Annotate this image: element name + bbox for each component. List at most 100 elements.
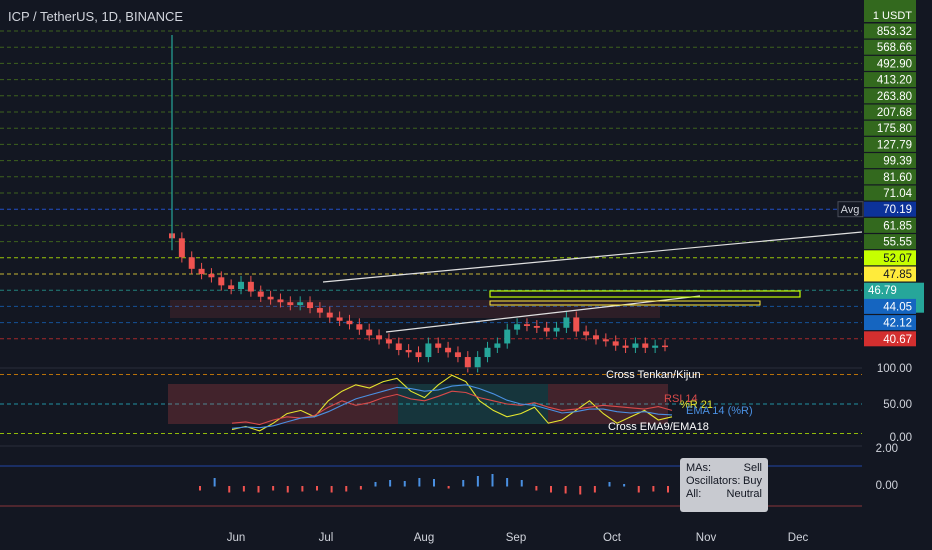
candle-body: [553, 327, 560, 332]
candle-body: [622, 345, 629, 348]
hist-bar: [447, 486, 450, 489]
candle-body: [652, 345, 659, 348]
hist-bar: [637, 486, 640, 493]
candle-body: [573, 317, 580, 332]
candle-body: [533, 325, 540, 328]
hist-bar: [345, 486, 348, 492]
hist-bar: [593, 486, 596, 493]
price-tag-label: 263.80: [877, 91, 912, 103]
candle-body: [514, 324, 521, 330]
candle-body: [592, 335, 599, 340]
hist-bar: [242, 486, 245, 492]
candle-body: [445, 347, 452, 353]
candle-body: [583, 331, 590, 336]
price-tag-label: 413.20: [877, 75, 912, 87]
candle-body: [287, 302, 294, 306]
candle-body: [376, 335, 383, 340]
time-axis-tick: Sep: [506, 532, 526, 544]
candle-body: [563, 317, 570, 328]
price-tag-label: 207.68: [877, 107, 912, 119]
candle-body: [484, 347, 491, 358]
candle-body: [415, 352, 422, 358]
candle-body: [642, 343, 649, 348]
candle-body: [405, 350, 412, 353]
candle-body: [504, 329, 511, 344]
candle-body: [385, 339, 392, 344]
candle-body: [228, 285, 235, 290]
candle-body: [366, 329, 373, 336]
time-axis-tick: Aug: [414, 532, 434, 544]
osc-axis-tick: 50.00: [883, 399, 912, 411]
rsi-zone-red-2: [548, 384, 668, 424]
time-axis-tick: Jul: [319, 532, 334, 544]
price-tag-label: 81.60: [883, 172, 912, 184]
hist-bar: [359, 486, 362, 490]
hist-bar: [286, 486, 289, 493]
price-tag-label: 52.07: [883, 253, 912, 265]
hist-bar: [506, 478, 509, 487]
ema-wr-label: EMA 14 (%R): [686, 405, 753, 417]
price-tag-label: 492.90: [877, 58, 912, 70]
hist-axis-tick: 2.00: [876, 443, 898, 455]
hist-bar: [316, 486, 318, 491]
candle-body: [336, 317, 343, 321]
hist-bar: [257, 486, 260, 493]
hist-bar: [520, 480, 523, 487]
all-value: Neutral: [726, 488, 762, 500]
candle-body: [425, 343, 432, 358]
price-tag-label: 47.85: [883, 269, 912, 281]
candle-body: [346, 320, 353, 325]
hist-bar: [550, 486, 552, 493]
hist-bar: [433, 479, 435, 487]
candle-body: [454, 352, 461, 358]
candle-body: [474, 357, 481, 368]
hist-bar: [330, 486, 333, 493]
price-tag-label: 40.67: [883, 334, 912, 346]
candle-body: [523, 324, 530, 326]
all-label: All:: [686, 488, 702, 500]
candle-body: [632, 343, 639, 348]
time-axis-tick: Nov: [696, 532, 717, 544]
hist-bar: [476, 476, 479, 487]
hist-bar: [462, 480, 465, 487]
hist-bar: [564, 486, 567, 494]
candle-body: [297, 302, 304, 306]
hist-bar: [272, 486, 275, 491]
candle-body: [662, 345, 668, 348]
price-tag-label: 46.79: [868, 285, 897, 297]
candle-body: [464, 357, 471, 368]
time-axis-tick: Jun: [227, 532, 246, 544]
price-tag-label: 568.66: [877, 42, 912, 54]
annotation-cross-ema: Cross EMA9/EMA18: [608, 421, 709, 433]
candle-body: [602, 339, 609, 342]
candle-body: [307, 302, 314, 309]
candle-body: [395, 343, 402, 351]
chart-title: ICP / TetherUS, 1D, BINANCE: [8, 9, 184, 24]
avg-label: Avg: [841, 204, 860, 216]
candle-body: [257, 291, 264, 297]
candle-body: [267, 296, 274, 300]
time-axis-tick: Dec: [788, 532, 809, 544]
hist-bar: [579, 486, 582, 495]
candle-body: [277, 299, 284, 303]
hist-bar: [535, 486, 538, 491]
hist-bar: [608, 482, 611, 487]
mas-value: Sell: [743, 462, 762, 474]
hist-bar: [374, 482, 377, 487]
horizontal-zone: [489, 290, 801, 298]
candle-body: [326, 312, 333, 318]
hist-bar: [623, 484, 626, 487]
candle-body: [356, 324, 363, 330]
candle-body: [188, 257, 195, 269]
technical-rating-tooltip: MAs: Sell Oscillators: Buy All: Neutral: [680, 458, 768, 512]
chart-canvas[interactable]: 1 USDT 853.32 568.66 492.90 413.20 263.80 207.…: [0, 0, 932, 550]
hist-bar: [228, 486, 231, 493]
candle-body: [435, 343, 442, 348]
candle-body: [198, 268, 205, 275]
price-tag-label: 71.04: [883, 188, 912, 200]
candle-body: [612, 341, 619, 346]
candle-body: [178, 238, 185, 258]
osc-axis-tick: 100.00: [877, 363, 912, 375]
candle-body: [247, 281, 254, 292]
annotation-cross-tenkan: Cross Tenkan/Kijun: [606, 369, 701, 381]
